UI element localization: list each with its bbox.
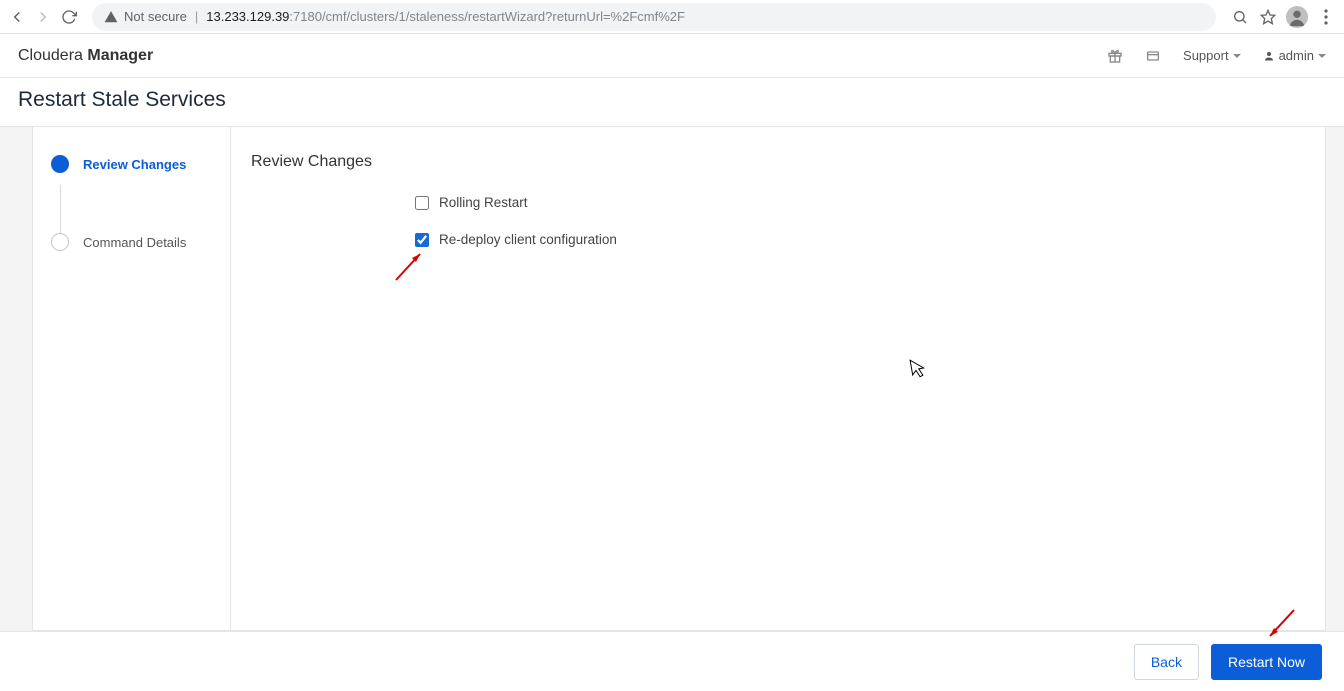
parcels-icon[interactable]: [1145, 48, 1161, 64]
user-dropdown[interactable]: admin: [1263, 48, 1326, 63]
rolling-restart-checkbox[interactable]: [415, 196, 429, 210]
back-icon[interactable]: [8, 8, 26, 26]
user-label: admin: [1279, 48, 1314, 63]
content-heading: Review Changes: [251, 153, 1305, 171]
url-path: :7180/cmf/clusters/1/staleness/restartWi…: [289, 9, 685, 24]
step-label: Command Details: [83, 235, 186, 250]
rolling-restart-row: Rolling Restart: [251, 195, 1305, 210]
wizard-footer: Back Restart Now: [0, 631, 1344, 691]
back-button[interactable]: Back: [1134, 644, 1199, 680]
annotation-arrow-icon: [390, 246, 430, 286]
wizard-step-review-changes[interactable]: Review Changes: [51, 153, 216, 175]
not-secure-label: Not secure: [124, 9, 187, 24]
wizard-content: Review Changes Rolling Restart Re-deploy…: [231, 127, 1325, 630]
menu-dots-icon[interactable]: [1316, 7, 1336, 27]
gift-icon[interactable]: [1107, 48, 1123, 64]
browser-bar: Not secure | 13.233.129.39:7180/cmf/clus…: [0, 0, 1344, 34]
redeploy-client-label[interactable]: Re-deploy client configuration: [439, 232, 617, 247]
header-right: Support admin: [1107, 48, 1326, 64]
page-search-icon[interactable]: [1230, 7, 1250, 27]
main-area: Review Changes Command Details Review Ch…: [0, 127, 1344, 631]
chevron-down-icon: [1318, 54, 1326, 58]
step-bullet: [51, 233, 69, 251]
support-dropdown[interactable]: Support: [1183, 48, 1241, 63]
page-title: Restart Stale Services: [18, 88, 1326, 112]
not-secure-warning: Not secure: [104, 9, 187, 24]
bookmark-star-icon[interactable]: [1258, 7, 1278, 27]
step-label: Review Changes: [83, 157, 186, 172]
address-bar[interactable]: Not secure | 13.233.129.39:7180/cmf/clus…: [92, 3, 1216, 31]
chevron-down-icon: [1233, 54, 1241, 58]
restart-now-button[interactable]: Restart Now: [1211, 644, 1322, 680]
brand[interactable]: Cloudera Manager: [18, 47, 153, 65]
page-title-row: Restart Stale Services: [0, 78, 1344, 127]
redeploy-client-checkbox[interactable]: [415, 233, 429, 247]
redeploy-client-row: Re-deploy client configuration: [251, 232, 1305, 247]
right-gutter: [1326, 127, 1344, 631]
forward-icon: [34, 8, 52, 26]
brand-first: Cloudera: [18, 47, 87, 64]
support-label: Support: [1183, 48, 1229, 63]
step-bullet: [51, 155, 69, 173]
wizard-step-command-details[interactable]: Command Details: [51, 231, 216, 253]
brand-bold: Manager: [87, 47, 153, 64]
wizard-panel: Review Changes Command Details Review Ch…: [32, 127, 1326, 631]
url-host: 13.233.129.39: [206, 9, 289, 24]
wizard-sidebar: Review Changes Command Details: [33, 127, 231, 630]
addr-separator: |: [195, 9, 198, 24]
reload-icon[interactable]: [60, 8, 78, 26]
url: 13.233.129.39:7180/cmf/clusters/1/stalen…: [206, 9, 685, 24]
rolling-restart-label[interactable]: Rolling Restart: [439, 195, 528, 210]
profile-avatar[interactable]: [1286, 6, 1308, 28]
left-gutter: [0, 127, 32, 631]
app-header: Cloudera Manager Support admin: [0, 34, 1344, 78]
